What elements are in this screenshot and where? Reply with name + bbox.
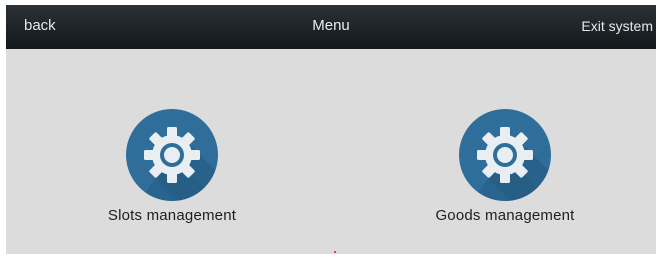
slots-management-tile[interactable]: Slots management (72, 109, 272, 239)
page-title: Menu (312, 17, 350, 34)
gear-icon[interactable] (126, 109, 218, 201)
gear-icon[interactable] (459, 109, 551, 201)
app-frame: back Menu Exit system Slots management G… (6, 5, 656, 254)
goods-management-label: Goods management (435, 207, 575, 224)
slots-management-label: Slots management (107, 207, 237, 224)
goods-management-tile[interactable]: Goods management (405, 109, 605, 239)
exit-system-button[interactable]: Exit system (581, 18, 653, 34)
top-navigation-bar: back Menu Exit system (6, 5, 656, 49)
artifact-dot (334, 251, 336, 253)
